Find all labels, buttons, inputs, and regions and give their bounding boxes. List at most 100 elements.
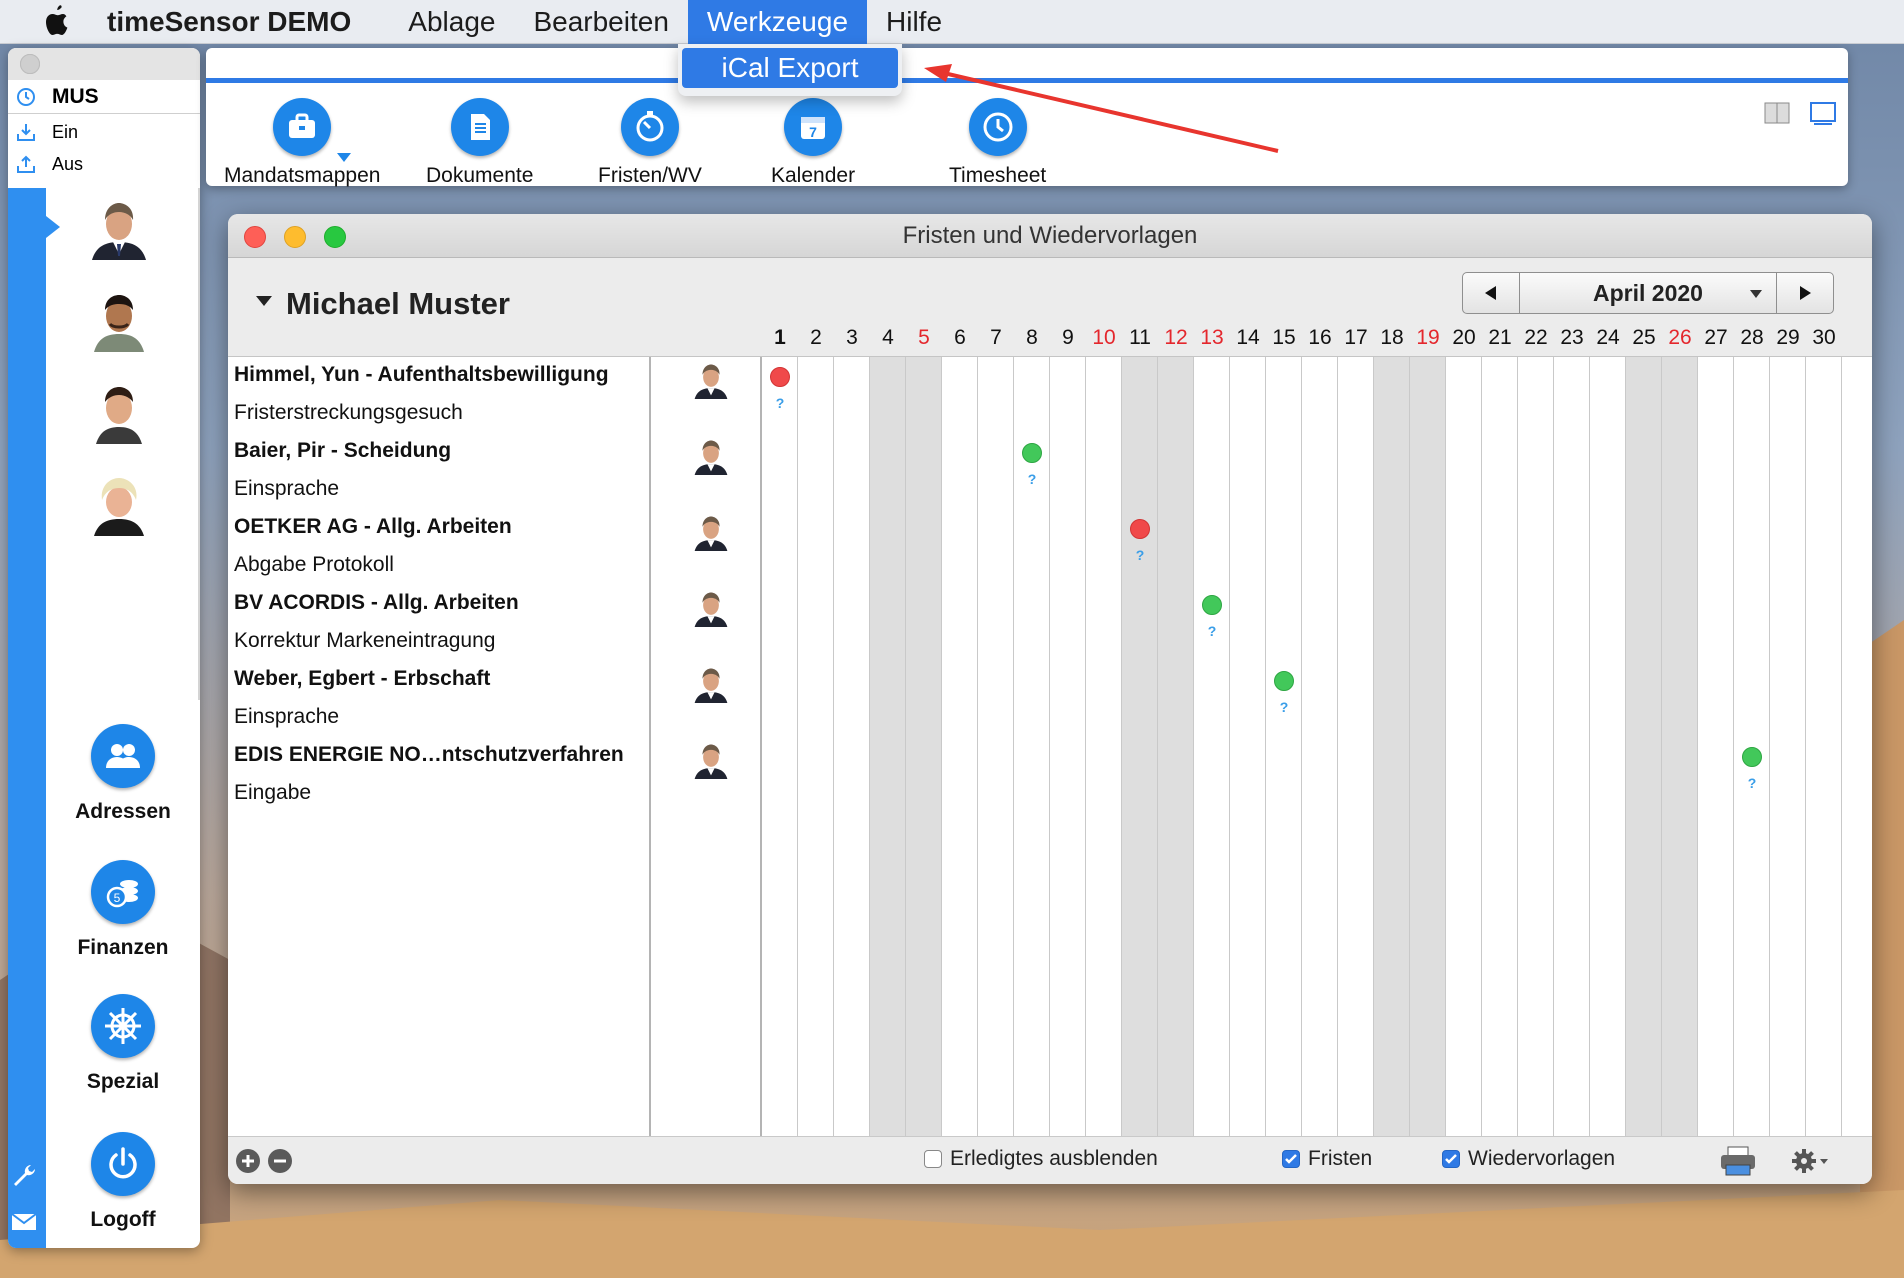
- day-column-24[interactable]: [1590, 357, 1626, 1137]
- question-mark-icon[interactable]: ?: [770, 395, 790, 411]
- row-title[interactable]: EDIS ENERGIE NO…ntschutzverfahren: [234, 743, 624, 767]
- deadline-marker-green[interactable]: [1022, 443, 1042, 463]
- deadline-marker-green[interactable]: [1202, 595, 1222, 615]
- day-column-3[interactable]: [834, 357, 870, 1137]
- day-column-17[interactable]: [1338, 357, 1374, 1137]
- menu-ablage[interactable]: Ablage: [389, 0, 514, 44]
- question-mark-icon[interactable]: ?: [1274, 699, 1294, 715]
- day-column-25[interactable]: [1626, 357, 1662, 1137]
- day-column-29[interactable]: [1770, 357, 1806, 1137]
- row-title[interactable]: Weber, Egbert - Erbschaft: [234, 667, 490, 691]
- row-title[interactable]: Baier, Pir - Scheidung: [234, 439, 451, 463]
- avatar-user-4[interactable]: [86, 470, 152, 536]
- row-title[interactable]: OETKER AG - Allg. Arbeiten: [234, 515, 512, 539]
- day-column-19[interactable]: [1410, 357, 1446, 1137]
- row-subtitle[interactable]: Eingabe: [234, 781, 311, 805]
- question-mark-icon[interactable]: ?: [1202, 623, 1222, 639]
- day-column-9[interactable]: [1050, 357, 1086, 1137]
- nav-spezial-button[interactable]: Spezial: [46, 994, 200, 1094]
- day-column-15[interactable]: [1266, 357, 1302, 1137]
- question-mark-icon[interactable]: ?: [1022, 471, 1042, 487]
- nav-finanzen-button[interactable]: 5 Finanzen: [46, 860, 200, 960]
- deadline-marker-red[interactable]: [770, 367, 790, 387]
- day-column-14[interactable]: [1230, 357, 1266, 1137]
- day-column-4[interactable]: [870, 357, 906, 1137]
- toolbar-kalender-button[interactable]: 7 Kalender: [771, 98, 855, 188]
- question-mark-icon[interactable]: ?: [1742, 775, 1762, 791]
- menu-bearbeiten[interactable]: Bearbeiten: [514, 0, 687, 44]
- nav-adressen-button[interactable]: Adressen: [46, 724, 200, 824]
- day-column-23[interactable]: [1554, 357, 1590, 1137]
- day-column-30[interactable]: [1806, 357, 1842, 1137]
- question-mark-icon[interactable]: ?: [1130, 547, 1150, 563]
- wv-checkbox[interactable]: [1442, 1150, 1460, 1168]
- printer-icon[interactable]: [1718, 1145, 1758, 1177]
- toolbar-mandatsmappen-button[interactable]: Mandatsmappen: [224, 98, 380, 188]
- toolbar-dokumente-button[interactable]: Dokumente: [426, 98, 533, 188]
- apple-logo-icon[interactable]: [41, 4, 73, 39]
- wv-checkbox-row[interactable]: Wiedervorlagen: [1442, 1147, 1615, 1171]
- day-column-7[interactable]: [978, 357, 1014, 1137]
- day-column-10[interactable]: [1086, 357, 1122, 1137]
- calendar-icon: 7: [784, 98, 843, 156]
- user-status-row[interactable]: MUS: [8, 80, 200, 114]
- gear-icon[interactable]: [1790, 1145, 1830, 1177]
- add-button[interactable]: [236, 1149, 260, 1173]
- day-column-21[interactable]: [1482, 357, 1518, 1137]
- book-icon[interactable]: [1762, 100, 1792, 126]
- day-column-1[interactable]: [762, 357, 798, 1137]
- avatar-user-1[interactable]: [86, 194, 152, 260]
- fristen-checkbox-row[interactable]: Fristen: [1282, 1147, 1372, 1171]
- next-month-button[interactable]: [1777, 273, 1833, 313]
- day-column-11[interactable]: [1122, 357, 1158, 1137]
- row-subtitle[interactable]: Korrektur Markeneintragung: [234, 629, 495, 653]
- day-column-6[interactable]: [942, 357, 978, 1137]
- ical-export-menu-item[interactable]: iCal Export: [682, 48, 898, 88]
- row-subtitle[interactable]: Fristerstreckungsgesuch: [234, 401, 463, 425]
- row-subtitle[interactable]: Einsprache: [234, 705, 339, 729]
- row-subtitle[interactable]: Abgabe Protokoll: [234, 553, 394, 577]
- palette-zoom-button[interactable]: [20, 54, 40, 74]
- day-column-16[interactable]: [1302, 357, 1338, 1137]
- avatar-user-3[interactable]: [86, 378, 152, 444]
- row-title[interactable]: BV ACORDIS - Allg. Arbeiten: [234, 591, 519, 615]
- row-subtitle[interactable]: Einsprache: [234, 477, 339, 501]
- hide-done-checkbox[interactable]: [924, 1150, 942, 1168]
- day-column-20[interactable]: [1446, 357, 1482, 1137]
- day-column-26[interactable]: [1662, 357, 1698, 1137]
- day-column-27[interactable]: [1698, 357, 1734, 1137]
- day-column-5[interactable]: [906, 357, 942, 1137]
- day-column-12[interactable]: [1158, 357, 1194, 1137]
- mail-icon[interactable]: [10, 1208, 38, 1236]
- avatar-user-2[interactable]: [86, 286, 152, 352]
- deadline-marker-red[interactable]: [1130, 519, 1150, 539]
- fristen-checkbox[interactable]: [1282, 1150, 1300, 1168]
- menu-werkzeuge[interactable]: Werkzeuge: [687, 0, 868, 44]
- deadline-marker-green[interactable]: [1742, 747, 1762, 767]
- clock-in-row[interactable]: Ein: [8, 116, 200, 148]
- hide-done-checkbox-row[interactable]: Erledigtes ausblenden: [924, 1147, 1158, 1171]
- row-avatar: [690, 587, 732, 627]
- clock-out-row[interactable]: Aus: [8, 148, 200, 180]
- chevron-down-icon[interactable]: [337, 153, 352, 162]
- row-title[interactable]: Himmel, Yun - Aufenthaltsbewilligung: [234, 363, 609, 387]
- day-header-18: 18: [1380, 326, 1404, 349]
- prev-month-button[interactable]: [1463, 273, 1519, 313]
- day-column-13[interactable]: [1194, 357, 1230, 1137]
- disclosure-triangle-icon[interactable]: [256, 296, 272, 306]
- person-name[interactable]: Michael Muster: [286, 286, 510, 322]
- deadline-marker-green[interactable]: [1274, 671, 1294, 691]
- wrench-icon[interactable]: [10, 1160, 38, 1188]
- day-column-2[interactable]: [798, 357, 834, 1137]
- app-name-menu[interactable]: timeSensor DEMO: [107, 6, 351, 38]
- menu-hilfe[interactable]: Hilfe: [867, 0, 961, 44]
- toolbar-timesheet-button[interactable]: Timesheet: [949, 98, 1046, 188]
- window-icon[interactable]: [1808, 100, 1838, 126]
- wv-label: Wiedervorlagen: [1468, 1147, 1616, 1170]
- remove-button[interactable]: [268, 1149, 292, 1173]
- toolbar-fristen-button[interactable]: Fristen/WV: [598, 98, 702, 188]
- day-column-22[interactable]: [1518, 357, 1554, 1137]
- day-column-18[interactable]: [1374, 357, 1410, 1137]
- nav-logoff-button[interactable]: Logoff: [46, 1132, 200, 1232]
- month-select[interactable]: April 2020: [1519, 273, 1777, 313]
